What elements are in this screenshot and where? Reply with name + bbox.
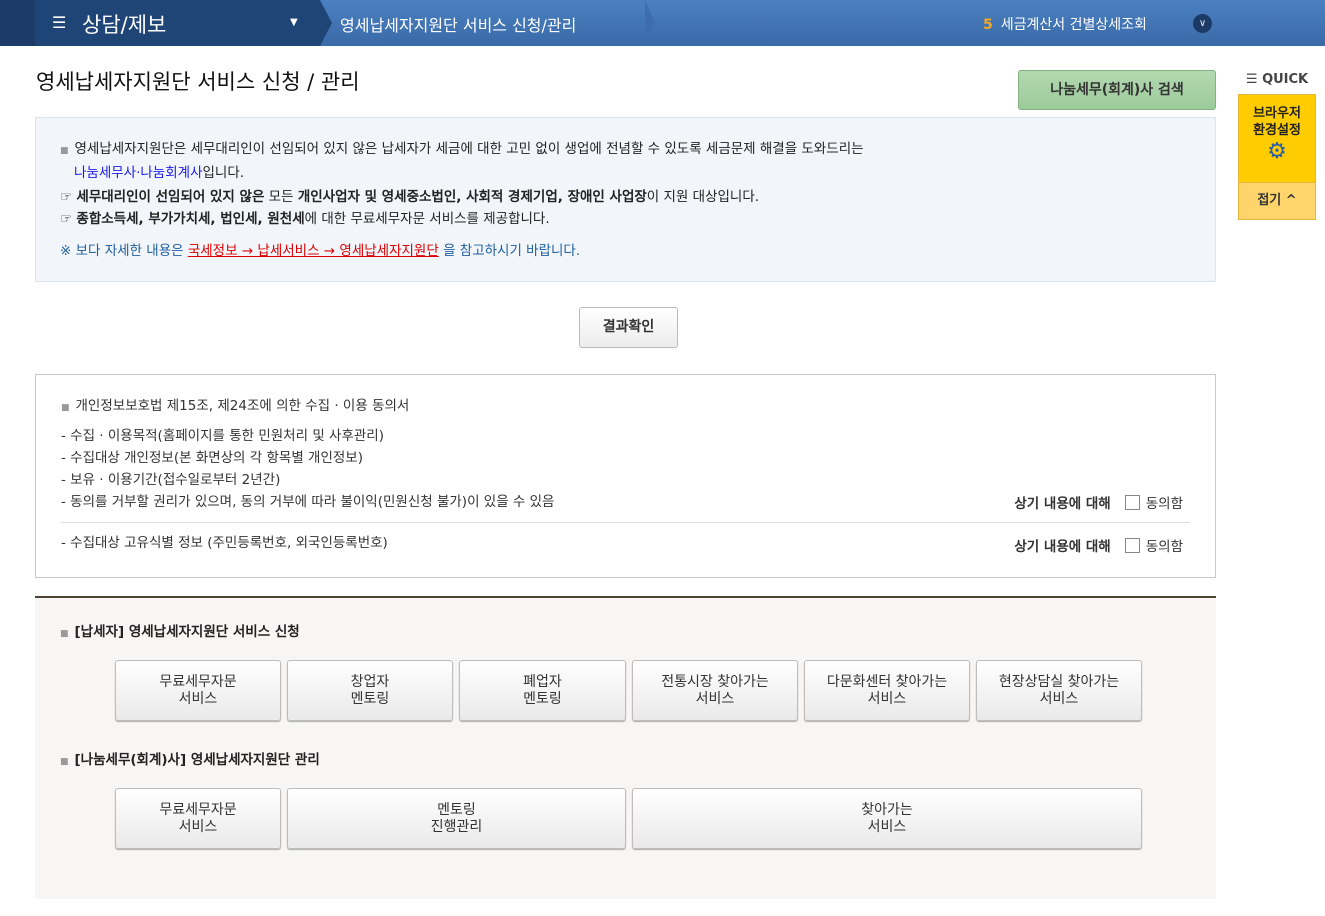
hamburger-icon: ☰ xyxy=(52,13,67,32)
breadcrumb-separator xyxy=(645,0,655,46)
chevron-up-icon: ^ xyxy=(1281,193,1297,208)
consent-box: ■ 개인정보보호법 제15조, 제24조에 의한 수집 · 이용 동의서 - 수집… xyxy=(35,374,1216,578)
breadcrumb-separator xyxy=(320,0,332,46)
apply-title: [납세자] 영세납세자지원단 서비스 신청 xyxy=(74,624,300,640)
bullet-icon: ■ xyxy=(60,146,69,156)
consent-item: - 보유 · 이용기간(접수일로부터 2년간) xyxy=(61,472,281,488)
fold-button[interactable]: 접기 ^ xyxy=(1238,183,1316,220)
closure-mentoring-button[interactable]: 폐업자 멘토링 xyxy=(459,660,626,721)
service-section: ■ [납세자] 영세납세자지원단 서비스 신청 무료세무자문 서비스 창업자 멘토… xyxy=(35,596,1216,899)
recent-label: 세금계산서 건별상세조회 xyxy=(1000,17,1147,33)
bullet-icon: ■ xyxy=(60,629,69,639)
menu-dropdown[interactable]: ☰ 상담/제보 ▼ xyxy=(0,0,320,46)
agree-prefix: 상기 내용에 대해 xyxy=(1014,539,1111,555)
info-text: 종합소득세, 부가가치세, 법인세, 원천세 xyxy=(76,211,305,227)
nts-info-link[interactable]: 국세정보 → 납세서비스 → 영세납세자지원단 xyxy=(188,243,439,259)
section-title: ■ [납세자] 영세납세자지원단 서비스 신청 xyxy=(60,620,300,640)
agree-label[interactable]: 동의함 xyxy=(1146,535,1183,555)
market-visit-button[interactable]: 전통시장 찾아가는 서비스 xyxy=(632,660,798,721)
info-text: 입니다. xyxy=(202,165,245,181)
info-text: 영세납세자지원단은 세무대리인이 선임되어 있지 않은 납세자가 세금에 대한 … xyxy=(74,141,864,157)
search-advisor-button[interactable]: 나눔세무(회계)사 검색 xyxy=(1018,70,1216,110)
section-title: ■ [나눔세무(회계)사] 영세납세자지원단 관리 xyxy=(60,748,320,768)
info-text: 모든 xyxy=(264,189,298,205)
browser-settings-label: 브라우저 xyxy=(1253,106,1301,121)
onsite-consult-button[interactable]: 현장상담실 찾아가는 서비스 xyxy=(976,660,1142,721)
divider xyxy=(61,522,1190,523)
manage-title: [나눔세무(회계)사] 영세납세자지원단 관리 xyxy=(74,752,320,768)
advisor-link[interactable]: 나눔세무사·나눔회계사 xyxy=(74,165,203,181)
recent-count: 5 xyxy=(983,17,993,33)
bullet-icon: ■ xyxy=(60,757,69,767)
free-consult-apply-button[interactable]: 무료세무자문 서비스 xyxy=(115,660,281,721)
page-title: 영세납세자지원단 서비스 신청 / 관리 xyxy=(36,70,360,94)
visit-service-manage-button[interactable]: 찾아가는 서비스 xyxy=(632,788,1142,849)
consent-item: - 수집대상 개인정보(본 화면상의 각 항목별 개인정보) xyxy=(61,450,363,466)
multicultural-visit-button[interactable]: 다문화센터 찾아가는 서비스 xyxy=(804,660,970,721)
startup-mentoring-button[interactable]: 창업자 멘토링 xyxy=(287,660,453,721)
info-text: 에 대한 무료세무자문 서비스를 제공합니다. xyxy=(304,211,550,227)
quick-panel: ☰ QUICK 브라우저환경설정 ⚙ 접기 ^ xyxy=(1238,72,1316,220)
caret-down-icon: ▼ xyxy=(290,17,298,28)
browser-settings-button[interactable]: 브라우저환경설정 ⚙ xyxy=(1238,94,1316,183)
note-text: ※ 보다 자세한 내용은 xyxy=(60,243,188,259)
agree-unique-id: 상기 내용에 대해 동의함 xyxy=(1014,535,1183,555)
gear-icon: ⚙ xyxy=(1267,139,1287,164)
recent-menu[interactable]: 5 세금계산서 건별상세조회 xyxy=(983,14,1147,34)
breadcrumb[interactable]: 영세납세자지원단 서비스 신청/관리 xyxy=(340,12,576,36)
fold-label: 접기 xyxy=(1257,193,1282,208)
agree-prefix: 상기 내용에 대해 xyxy=(1014,496,1111,512)
agree-checkbox[interactable] xyxy=(1124,537,1140,553)
info-text: 개인사업자 및 영세중소법인, 사회적 경제기업, 장애인 사업장 xyxy=(297,189,647,205)
pointing-hand-icon: ☞ xyxy=(60,211,77,227)
browser-settings-label: 환경설정 xyxy=(1253,123,1301,138)
consent-title: 개인정보보호법 제15조, 제24조에 의한 수집 · 이용 동의서 xyxy=(75,398,410,414)
agree-label[interactable]: 동의함 xyxy=(1146,492,1183,512)
consent-item: - 수집 · 이용목적(홈페이지를 통한 민원처리 및 사후관리) xyxy=(61,428,384,444)
list-icon: ☰ xyxy=(1245,72,1263,87)
bullet-icon: ■ xyxy=(61,403,70,413)
check-result-button[interactable]: 결과확인 xyxy=(579,307,678,348)
quick-label: QUICK xyxy=(1262,72,1309,87)
free-consult-manage-button[interactable]: 무료세무자문 서비스 xyxy=(115,788,281,849)
info-text: 세무대리인이 선임되어 있지 않은 xyxy=(76,189,265,205)
pointing-hand-icon: ☞ xyxy=(60,189,77,205)
agree-personal-info: 상기 내용에 대해 동의함 xyxy=(1014,492,1183,512)
mentoring-manage-button[interactable]: 멘토링 진행관리 xyxy=(287,788,626,849)
note-text: 을 참고하시기 바랍니다. xyxy=(438,243,581,259)
chevron-down-icon[interactable]: ∨ xyxy=(1193,14,1212,33)
info-box: ■ 영세납세자지원단은 세무대리인이 선임되어 있지 않은 납세자가 세금에 대한… xyxy=(35,117,1216,282)
menu-title: 상담/제보 xyxy=(82,13,167,37)
top-nav-bar: ☰ 상담/제보 ▼ 영세납세자지원단 서비스 신청/관리 5 세금계산서 건별상세… xyxy=(0,0,1325,46)
consent-item: - 수집대상 고유식별 정보 (주민등록번호, 외국인등록번호) xyxy=(61,535,388,551)
info-text: 이 지원 대상입니다. xyxy=(646,189,760,205)
agree-checkbox[interactable] xyxy=(1124,494,1140,510)
